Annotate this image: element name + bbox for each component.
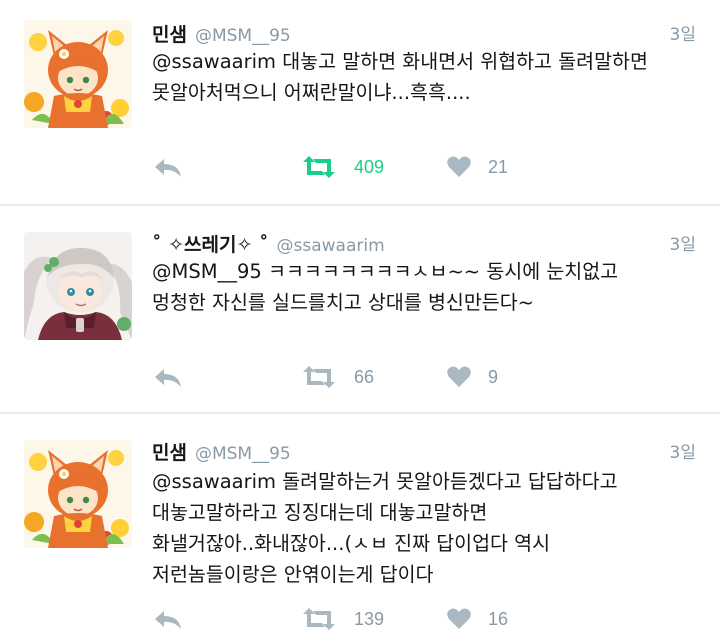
tweet-actions: 139 16 — [152, 606, 508, 632]
reply-icon — [155, 611, 181, 629]
tweet-header: ˚ ✧쓰레기✧ ˚ @ssawaarim — [152, 230, 385, 256]
display-name[interactable]: 민샘 — [152, 438, 187, 465]
retweet-button[interactable]: 139 — [300, 607, 446, 631]
tweet-actions: 66 9 — [152, 364, 498, 390]
like-button[interactable]: 16 — [446, 607, 508, 631]
white-haired-girl-avatar[interactable] — [24, 232, 132, 340]
tweet-text: @ssawaarim 돌려말하는거 못알아듣겠다고 답답하다고 대놓고말하라고 … — [152, 466, 697, 590]
timestamp[interactable]: 3일 — [670, 438, 696, 463]
retweet-count: 409 — [354, 156, 385, 177]
retweet-count: 66 — [354, 366, 375, 387]
tweet-text: @MSM__95 ㅋㅋㅋㅋㅋㅋㅋㅋㅅㅂ~~ 동시에 눈치없고 멍청한 자신를 실… — [152, 256, 697, 318]
heart-icon — [447, 156, 471, 177]
tweet-text-line: @ssawaarim 돌려말하는거 못알아듣겠다고 답답하다고 — [152, 470, 618, 493]
tweet-text-line: @MSM__95 ㅋㅋㅋㅋㅋㅋㅋㅋㅅㅂ~~ 동시에 눈치없고 — [152, 260, 619, 283]
user-handle[interactable]: @MSM__95 — [195, 444, 291, 464]
heart-icon — [447, 366, 471, 387]
tweet-text-line: 화낼거잖아..화내잖아...(ㅅㅂ 진짜 답이업다 역시 — [152, 532, 551, 555]
tweet-text-line: 대놓고말하라고 징징대는데 대놓고말하면 — [152, 501, 488, 524]
like-count: 16 — [488, 608, 509, 629]
tweet-text: @ssawaarim 대놓고 말하면 화내면서 위협하고 돌려말하면 못알아처먹… — [152, 46, 697, 108]
user-handle[interactable]: @ssawaarim — [277, 236, 385, 256]
reply-icon — [155, 159, 181, 177]
like-button[interactable]: 21 — [446, 155, 508, 179]
retweet-count: 139 — [354, 608, 385, 629]
tweet-actions: 409 21 — [152, 154, 508, 180]
display-name[interactable]: 민샘 — [152, 20, 187, 47]
user-handle[interactable]: @MSM__95 — [195, 26, 291, 46]
tweet[interactable]: ˚ ✧쓰레기✧ ˚ @ssawaarim 3일 @MSM__95 ㅋㅋㅋㅋㅋㅋㅋ… — [0, 206, 720, 412]
like-count: 21 — [488, 156, 509, 177]
reply-button[interactable] — [152, 607, 300, 631]
fox-girl-avatar[interactable] — [24, 440, 132, 548]
tweet-text-line: 멍청한 자신를 실드를치고 상대를 병신만든다~ — [152, 291, 534, 314]
timestamp[interactable]: 3일 — [670, 230, 696, 255]
like-button[interactable]: 9 — [446, 365, 498, 389]
tweet-text-line: 못알아처먹으니 어쩌란말이냐...흑흑.... — [152, 81, 471, 104]
reply-icon — [155, 369, 181, 387]
reply-button[interactable] — [152, 365, 300, 389]
tweet-text-line: 저런놈들이랑은 안엮이는게 답이다 — [152, 563, 434, 586]
tweet-header: 민샘 @MSM__95 — [152, 20, 291, 46]
fox-girl-avatar[interactable] — [24, 20, 132, 128]
timestamp[interactable]: 3일 — [670, 20, 696, 45]
tweet[interactable]: 민샘 @MSM__95 3일 @ssawaarim 돌려말하는거 못알아듣겠다고… — [0, 414, 720, 640]
heart-icon — [447, 608, 471, 629]
display-name[interactable]: ˚ ✧쓰레기✧ ˚ — [152, 230, 269, 257]
retweet-icon — [303, 366, 335, 388]
reply-button[interactable] — [152, 155, 300, 179]
retweet-icon — [303, 608, 335, 630]
retweet-button[interactable]: 66 — [300, 365, 446, 389]
like-count: 9 — [488, 366, 499, 387]
tweet[interactable]: 민샘 @MSM__95 3일 @ssawaarim 대놓고 말하면 화내면서 위… — [0, 0, 720, 204]
tweet-text-line: @ssawaarim 대놓고 말하면 화내면서 위협하고 돌려말하면 — [152, 50, 648, 73]
retweet-button[interactable]: 409 — [300, 155, 446, 179]
tweet-header: 민샘 @MSM__95 — [152, 438, 291, 464]
retweet-icon — [303, 156, 335, 178]
